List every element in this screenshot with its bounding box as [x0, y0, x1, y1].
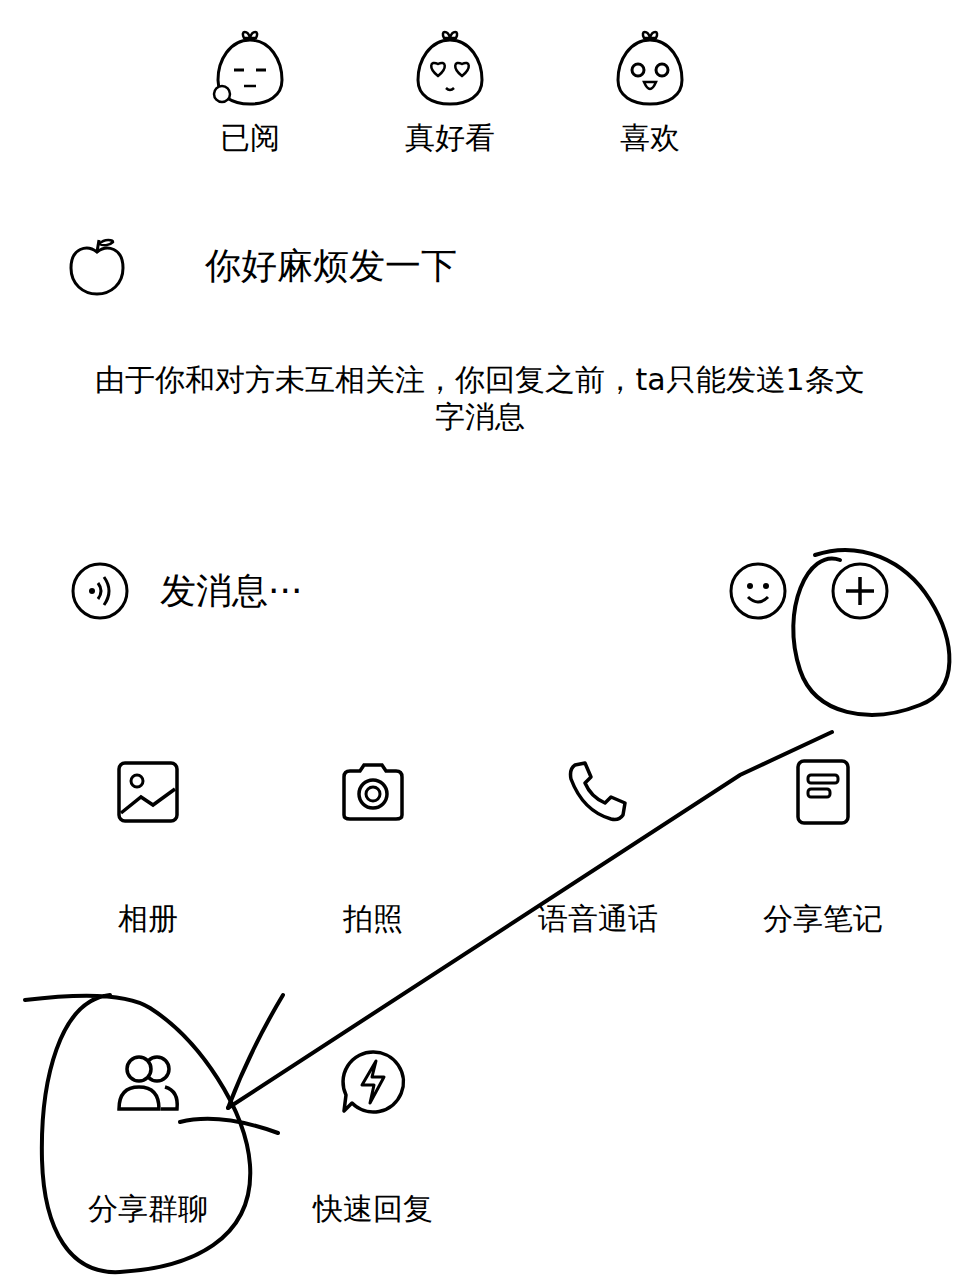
action-label: 拍照 — [343, 901, 403, 937]
action-label: 分享笔记 — [763, 901, 883, 937]
action-item[interactable]: 拍照 — [260, 757, 485, 937]
group-icon — [113, 1047, 183, 1117]
note-icon — [788, 757, 858, 827]
sticker-icon — [608, 26, 692, 110]
follow-notice: 由于你和对方未互相关注，你回复之前，ta只能发送1条文字消息 — [85, 362, 875, 435]
reaction-item[interactable]: 真好看 — [380, 26, 520, 156]
composer-bar: 发消息··· — [0, 561, 960, 621]
action-item[interactable]: 快速回复 — [260, 1047, 485, 1227]
chat-page: 已阅 真好看 喜欢你好麻烦发一下由于你和对方未互相关注，你回复之前，ta只能发送1条… — [0, 0, 960, 1280]
action-label: 快速回复 — [313, 1191, 433, 1227]
annotation-overlay — [0, 0, 960, 1280]
reaction-item[interactable]: 已阅 — [180, 26, 320, 156]
quick-reply-icon — [338, 1047, 408, 1117]
action-label: 分享群聊 — [88, 1191, 208, 1227]
plus-circle-mark — [793, 550, 949, 715]
action-label: 语音通话 — [538, 901, 658, 937]
apple-avatar-icon[interactable] — [65, 234, 129, 298]
message-text: 你好麻烦发一下 — [205, 243, 457, 290]
message-row: 你好麻烦发一下 — [0, 234, 960, 298]
phone-icon — [563, 757, 633, 827]
arrow-line-mark — [228, 732, 832, 1108]
reaction-label: 喜欢 — [620, 120, 680, 156]
action-item[interactable]: 分享群聊 — [35, 1047, 260, 1227]
plus-icon[interactable] — [830, 561, 890, 621]
action-item[interactable]: 相册 — [35, 757, 260, 937]
reaction-label: 已阅 — [220, 120, 280, 156]
action-item[interactable]: 分享笔记 — [710, 757, 935, 937]
message-input[interactable]: 发消息··· — [160, 568, 728, 615]
action-label: 相册 — [118, 901, 178, 937]
sticker-icon — [408, 26, 492, 110]
action-grid: 相册 拍照 语音通话 分享笔记分享群聊 快速回复 — [0, 757, 960, 1227]
reaction-label: 真好看 — [405, 120, 495, 156]
emoji-icon[interactable] — [728, 561, 788, 621]
group-circle-mark — [25, 995, 250, 1272]
album-icon — [113, 757, 183, 827]
arrow-head-mark — [180, 995, 283, 1133]
action-item[interactable]: 语音通话 — [485, 757, 710, 937]
reaction-bar: 已阅 真好看 喜欢 — [0, 0, 960, 156]
camera-icon — [338, 757, 408, 827]
voice-icon[interactable] — [70, 561, 130, 621]
sticker-icon — [208, 26, 292, 110]
reaction-item[interactable]: 喜欢 — [580, 26, 720, 156]
